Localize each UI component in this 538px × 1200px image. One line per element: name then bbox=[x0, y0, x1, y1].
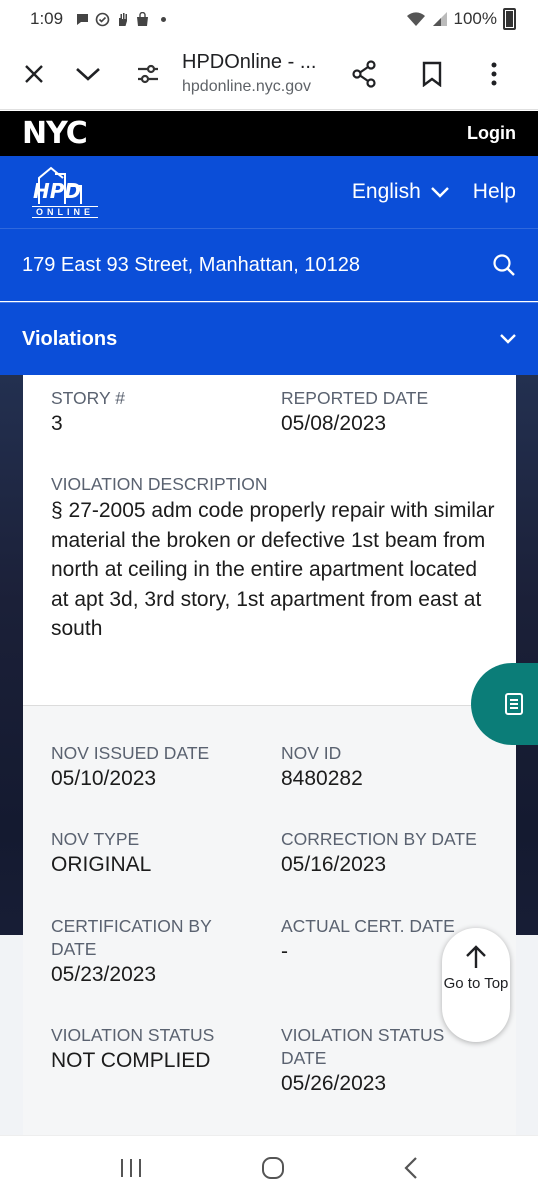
story-field: STORY # 3 bbox=[51, 387, 125, 438]
correction-date-field: CORRECTION BY DATE 05/16/2023 bbox=[281, 828, 477, 879]
search-icon[interactable] bbox=[492, 253, 516, 277]
address-search[interactable]: 179 East 93 Street, Manhattan, 10128 bbox=[0, 228, 538, 301]
browser-toolbar: HPDOnline - ... hpdonline.nyc.gov bbox=[0, 38, 538, 110]
share-icon bbox=[352, 59, 376, 88]
svg-text:HPD: HPD bbox=[33, 179, 81, 203]
logo-subtext: ONLINE bbox=[31, 206, 98, 218]
nov-issued-value: 05/10/2023 bbox=[51, 767, 157, 790]
recents-icon[interactable] bbox=[119, 1157, 143, 1179]
violation-card: STORY # 3 REPORTED DATE 05/08/2023 VIOLA… bbox=[23, 375, 516, 1135]
more-options-button[interactable] bbox=[470, 50, 518, 98]
description-label: VIOLATION DESCRIPTION bbox=[51, 474, 268, 494]
check-circle-icon bbox=[95, 12, 110, 26]
close-icon bbox=[25, 64, 43, 83]
close-tab-button[interactable] bbox=[10, 50, 58, 98]
nov-details: NOV ISSUED DATE 05/10/2023 NOV ID 848028… bbox=[23, 705, 516, 1135]
description-field: VIOLATION DESCRIPTION § 27-2005 adm code… bbox=[51, 473, 496, 644]
arrow-up-icon bbox=[466, 945, 486, 968]
violation-status-label: VIOLATION STATUS bbox=[51, 1025, 215, 1045]
chat-icon bbox=[77, 13, 89, 25]
certification-date-field: CERTIFICATION BY DATE 05/23/2023 bbox=[51, 915, 236, 989]
status-bar: 1:09 100% bbox=[0, 0, 538, 38]
actual-cert-date-field: ACTUAL CERT. DATE - bbox=[281, 915, 455, 966]
home-icon[interactable] bbox=[261, 1156, 285, 1180]
nov-issued-label: NOV ISSUED DATE bbox=[51, 743, 210, 763]
chevron-down-icon bbox=[430, 186, 449, 198]
help-link[interactable]: Help bbox=[473, 180, 516, 204]
language-label: English bbox=[351, 180, 421, 203]
correction-date-value: 05/16/2023 bbox=[281, 853, 387, 876]
violation-status-date-value: 05/26/2023 bbox=[281, 1072, 387, 1095]
share-button[interactable] bbox=[340, 50, 388, 98]
clock: 1:09 bbox=[30, 9, 64, 28]
more-dot-icon bbox=[161, 16, 167, 22]
chevron-down-icon bbox=[76, 67, 100, 81]
bookmark-button[interactable] bbox=[408, 50, 456, 98]
tune-icon bbox=[138, 64, 158, 83]
bookmark-icon bbox=[422, 61, 442, 87]
more-vert-icon bbox=[491, 62, 497, 85]
system-nav-bar bbox=[0, 1135, 538, 1200]
hand-icon bbox=[119, 12, 128, 26]
go-to-top-label: Go to Top bbox=[443, 975, 509, 992]
violation-status-date-label: VIOLATION STATUS DATE bbox=[281, 1025, 445, 1068]
page-info[interactable]: HPDOnline - ... hpdonline.nyc.gov bbox=[182, 51, 332, 96]
minimize-button[interactable] bbox=[64, 50, 112, 98]
certification-date-label: CERTIFICATION BY DATE bbox=[51, 916, 212, 959]
page-title: HPDOnline - ... bbox=[182, 51, 317, 73]
battery-icon bbox=[503, 8, 516, 30]
violation-status-value: NOT COMPLIED bbox=[51, 1049, 211, 1072]
nov-id-value: 8480282 bbox=[281, 767, 363, 790]
actual-cert-date-label: ACTUAL CERT. DATE bbox=[281, 916, 455, 936]
violations-section-header[interactable]: Violations bbox=[0, 302, 538, 375]
violation-status-date-field: VIOLATION STATUS DATE 05/26/2023 bbox=[281, 1024, 461, 1098]
back-icon[interactable] bbox=[403, 1156, 419, 1180]
go-to-top-button[interactable]: Go to Top bbox=[442, 928, 510, 1042]
login-link[interactable]: Login bbox=[467, 123, 516, 144]
nov-type-field: NOV TYPE ORIGINAL bbox=[51, 828, 151, 879]
certification-date-value: 05/23/2023 bbox=[51, 963, 157, 986]
battery-percent: 100% bbox=[453, 9, 497, 28]
actual-cert-date-value: - bbox=[281, 940, 288, 963]
site-header: HPD ONLINE English Help bbox=[0, 156, 538, 228]
nyc-bar: NYC Login bbox=[0, 111, 538, 156]
document-icon bbox=[505, 693, 523, 715]
building-logo-icon: HPD bbox=[33, 166, 82, 204]
nov-id-label: NOV ID bbox=[281, 743, 342, 763]
hpd-online-logo[interactable]: HPD ONLINE bbox=[22, 166, 108, 218]
violation-status-field: VIOLATION STATUS NOT COMPLIED bbox=[51, 1024, 214, 1075]
story-label: STORY # bbox=[51, 388, 125, 408]
chevron-down-icon bbox=[500, 334, 516, 344]
reported-date-label: REPORTED DATE bbox=[281, 388, 429, 408]
language-selector[interactable]: English bbox=[352, 180, 449, 204]
wifi-icon bbox=[406, 12, 425, 26]
correction-date-label: CORRECTION BY DATE bbox=[281, 829, 477, 849]
nyc-logo[interactable]: NYC bbox=[22, 116, 88, 151]
address-text: 179 East 93 Street, Manhattan, 10128 bbox=[22, 253, 361, 276]
page-url: hpdonline.nyc.gov bbox=[182, 78, 311, 95]
section-title: Violations bbox=[22, 327, 118, 350]
notification-icons bbox=[75, 11, 167, 27]
reported-date-field: REPORTED DATE 05/08/2023 bbox=[281, 387, 428, 438]
reported-date-value: 05/08/2023 bbox=[281, 412, 387, 435]
nov-type-label: NOV TYPE bbox=[51, 829, 140, 849]
nov-issued-field: NOV ISSUED DATE 05/10/2023 bbox=[51, 742, 209, 793]
nov-type-value: ORIGINAL bbox=[51, 853, 152, 876]
bag-icon bbox=[137, 11, 149, 26]
violation-summary: STORY # 3 REPORTED DATE 05/08/2023 VIOLA… bbox=[23, 375, 516, 705]
nov-id-field: NOV ID 8480282 bbox=[281, 742, 363, 793]
description-value: § 27-2005 adm code properly repair with … bbox=[51, 499, 495, 640]
story-value: 3 bbox=[51, 412, 63, 435]
signal-icon bbox=[432, 12, 447, 26]
site-settings-button[interactable] bbox=[124, 50, 172, 98]
